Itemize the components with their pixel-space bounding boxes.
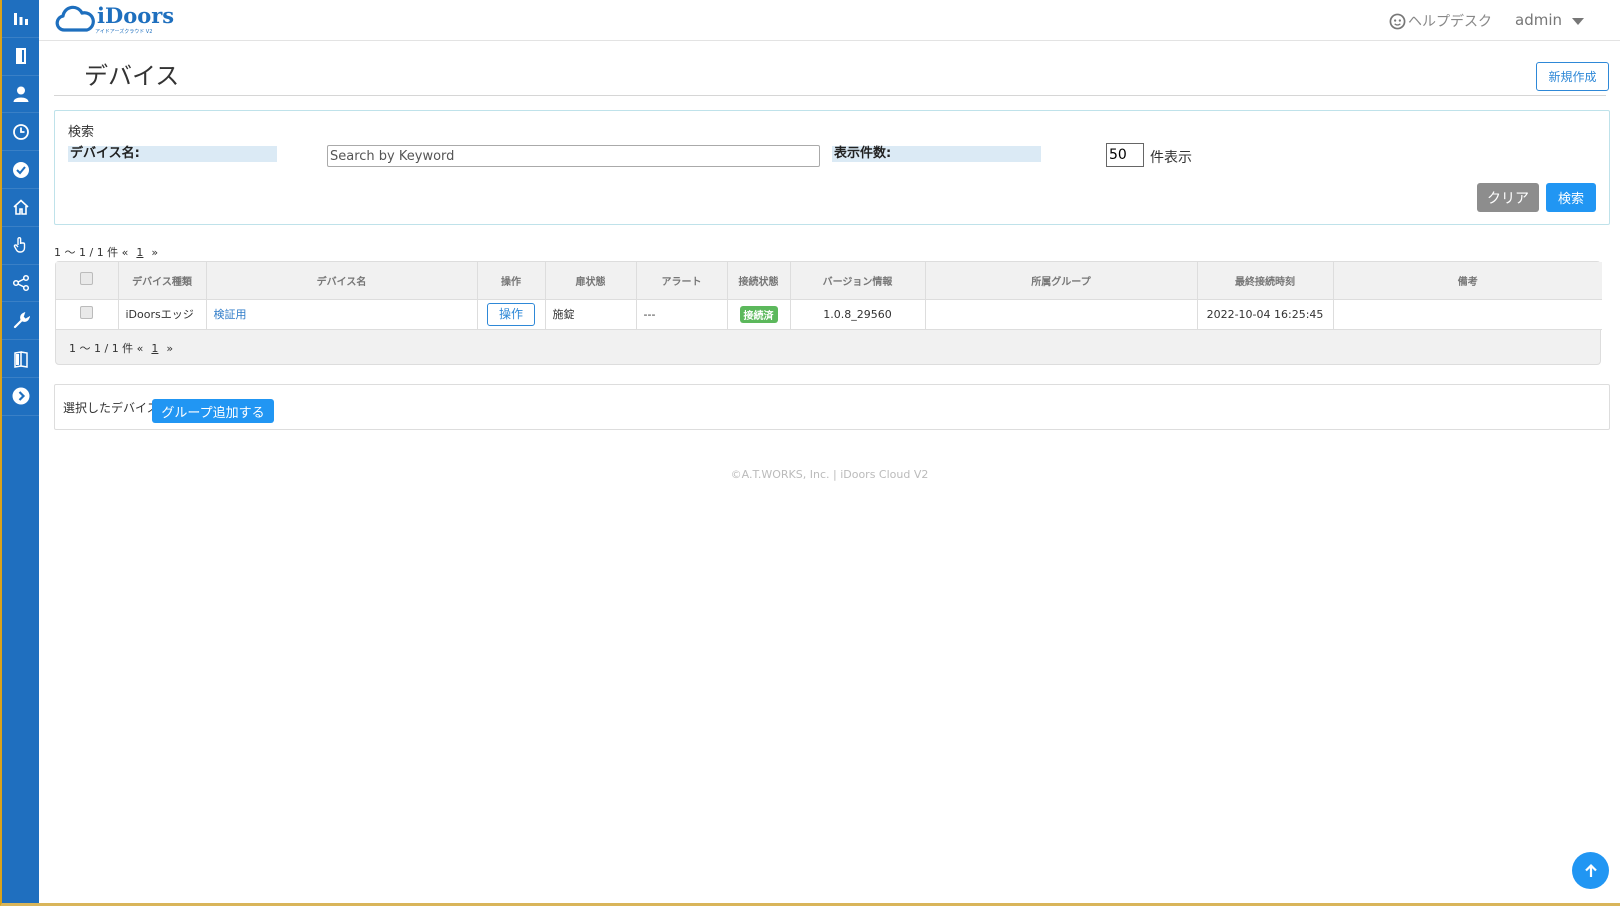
sidebar-item-home[interactable] bbox=[2, 189, 39, 227]
user-icon bbox=[13, 86, 28, 102]
add-to-group-button[interactable]: グループ追加する bbox=[152, 399, 274, 423]
display-count-suffix: 件表示 bbox=[1150, 150, 1192, 166]
cell-door-state: 施錠 bbox=[545, 298, 637, 330]
device-name-label: デバイス名: bbox=[68, 146, 277, 162]
sidebar-item-dashboard[interactable] bbox=[2, 0, 39, 38]
user-name: admin bbox=[1515, 11, 1562, 29]
sidebar-item-operation[interactable] bbox=[2, 227, 39, 265]
cell-connection: 接続済 bbox=[727, 298, 791, 330]
cell-alert: --- bbox=[636, 298, 728, 330]
clock-icon bbox=[12, 123, 29, 140]
select-all-checkbox[interactable] bbox=[80, 272, 94, 286]
pagination-summary: 1 ～ 1 / 1 件 « bbox=[54, 246, 129, 259]
status-badge: 接続済 bbox=[739, 305, 778, 323]
app-frame: iDoors アイドアーズクラウド V2 ヘルプデスク admin デバイス 新… bbox=[0, 0, 1620, 906]
cloud-icon bbox=[55, 5, 95, 32]
sidebar-item-manual[interactable] bbox=[2, 340, 39, 378]
column-header-version[interactable]: バージョン情報 bbox=[790, 262, 926, 299]
device-table-container: デバイス種類 デバイス名 操作 扉状態 アラート 接続状態 バージョン情報 所属… bbox=[55, 261, 1602, 365]
page-link-1[interactable]: 1 bbox=[151, 342, 158, 355]
device-table: デバイス種類 デバイス名 操作 扉状態 アラート 接続状態 バージョン情報 所属… bbox=[56, 262, 1602, 330]
column-header-type[interactable]: デバイス種類 bbox=[118, 262, 207, 299]
page-link-1[interactable]: 1 bbox=[136, 246, 143, 259]
search-heading: 検索 bbox=[68, 125, 95, 140]
home-icon bbox=[12, 199, 29, 216]
sidebar-item-settings[interactable] bbox=[2, 302, 39, 341]
user-menu[interactable]: admin bbox=[1515, 11, 1584, 29]
column-header-connection[interactable]: 接続状態 bbox=[727, 262, 791, 299]
clear-button[interactable]: クリア bbox=[1477, 183, 1539, 212]
operate-button[interactable]: 操作 bbox=[487, 302, 535, 326]
arrow-up-icon bbox=[1584, 863, 1597, 877]
cell-type: iDoorsエッジ bbox=[118, 298, 207, 330]
display-count-label: 表示件数: bbox=[832, 146, 1041, 162]
search-panel: 検索 デバイス名: 表示件数: 件表示 クリア 検索 bbox=[54, 110, 1610, 225]
logo-text: iDoors bbox=[97, 3, 175, 28]
cell-group bbox=[925, 298, 1198, 330]
sidebar-item-share[interactable] bbox=[2, 265, 39, 303]
header: iDoors アイドアーズクラウド V2 ヘルプデスク admin bbox=[39, 0, 1620, 41]
column-header-alert[interactable]: アラート bbox=[636, 262, 728, 299]
column-header-name[interactable]: デバイス名 bbox=[206, 262, 478, 299]
helpdesk-label: ヘルプデスク bbox=[1408, 14, 1492, 30]
cell-note bbox=[1333, 298, 1602, 330]
cell-operation: 操作 bbox=[477, 298, 546, 330]
chevron-right-circle-icon bbox=[12, 387, 29, 405]
helpdesk-face-icon bbox=[1389, 13, 1406, 29]
column-header-note[interactable]: 備考 bbox=[1333, 262, 1602, 299]
table-row: iDoorsエッジ 検証用 操作 施錠 --- 接続済 1.0.8_29560 … bbox=[56, 298, 1602, 330]
cell-version: 1.0.8_29560 bbox=[790, 298, 926, 330]
device-name-link[interactable]: 検証用 bbox=[214, 308, 247, 321]
pagination-bottom: 1 ～ 1 / 1 件 « 1 » bbox=[69, 340, 173, 356]
check-circle-icon bbox=[12, 161, 29, 178]
cell-last-connected: 2022-10-04 16:25:45 bbox=[1197, 298, 1334, 330]
logo[interactable]: iDoors アイドアーズクラウド V2 bbox=[55, 3, 175, 35]
share-icon bbox=[12, 274, 29, 292]
new-device-button[interactable]: 新規作成 bbox=[1536, 62, 1609, 91]
column-header-group[interactable]: 所属グループ bbox=[925, 262, 1198, 299]
pagination-summary: 1 ～ 1 / 1 件 « bbox=[69, 342, 144, 355]
table-header-row: デバイス種類 デバイス名 操作 扉状態 アラート 接続状態 バージョン情報 所属… bbox=[56, 262, 1602, 299]
row-select-cell bbox=[56, 298, 119, 330]
keyword-search-input[interactable] bbox=[327, 145, 820, 167]
sidebar-item-doors[interactable] bbox=[2, 38, 39, 76]
sidebar-item-expand[interactable] bbox=[2, 378, 39, 416]
logo-subtext: アイドアーズクラウド V2 bbox=[95, 29, 153, 35]
book-icon bbox=[13, 350, 28, 368]
column-header-door-state[interactable]: 扉状態 bbox=[545, 262, 637, 299]
sidebar-item-users[interactable] bbox=[2, 76, 39, 114]
column-header-last-connected[interactable]: 最終接続時刻 bbox=[1197, 262, 1334, 299]
column-header-operation: 操作 bbox=[477, 262, 546, 299]
sidebar bbox=[2, 0, 39, 903]
display-count-input[interactable] bbox=[1106, 143, 1144, 167]
caret-down-icon bbox=[1572, 17, 1584, 25]
pagination-top: 1 ～ 1 / 1 件 « 1 » bbox=[54, 244, 158, 260]
group-action-panel: 選択したデバイスへ グループ追加する bbox=[54, 384, 1610, 430]
hand-pointer-icon bbox=[13, 237, 25, 253]
helpdesk-link[interactable]: ヘルプデスク bbox=[1389, 11, 1492, 31]
scroll-to-top-button[interactable] bbox=[1572, 852, 1609, 889]
title-divider bbox=[54, 95, 1606, 96]
sidebar-item-history[interactable] bbox=[2, 113, 39, 152]
select-all-header bbox=[56, 262, 119, 299]
search-button[interactable]: 検索 bbox=[1546, 183, 1596, 212]
pagination-next[interactable]: » bbox=[151, 246, 158, 259]
wrench-icon bbox=[13, 311, 30, 328]
sidebar-item-approval[interactable] bbox=[2, 151, 39, 189]
page-title: デバイス bbox=[84, 62, 180, 90]
bar-chart-icon bbox=[13, 13, 28, 26]
door-icon bbox=[15, 48, 26, 65]
footer-copyright: ©A.T.WORKS, Inc. | iDoors Cloud V2 bbox=[730, 468, 929, 481]
row-checkbox[interactable] bbox=[80, 306, 94, 319]
pagination-next[interactable]: » bbox=[166, 342, 173, 355]
cell-name: 検証用 bbox=[206, 298, 478, 330]
